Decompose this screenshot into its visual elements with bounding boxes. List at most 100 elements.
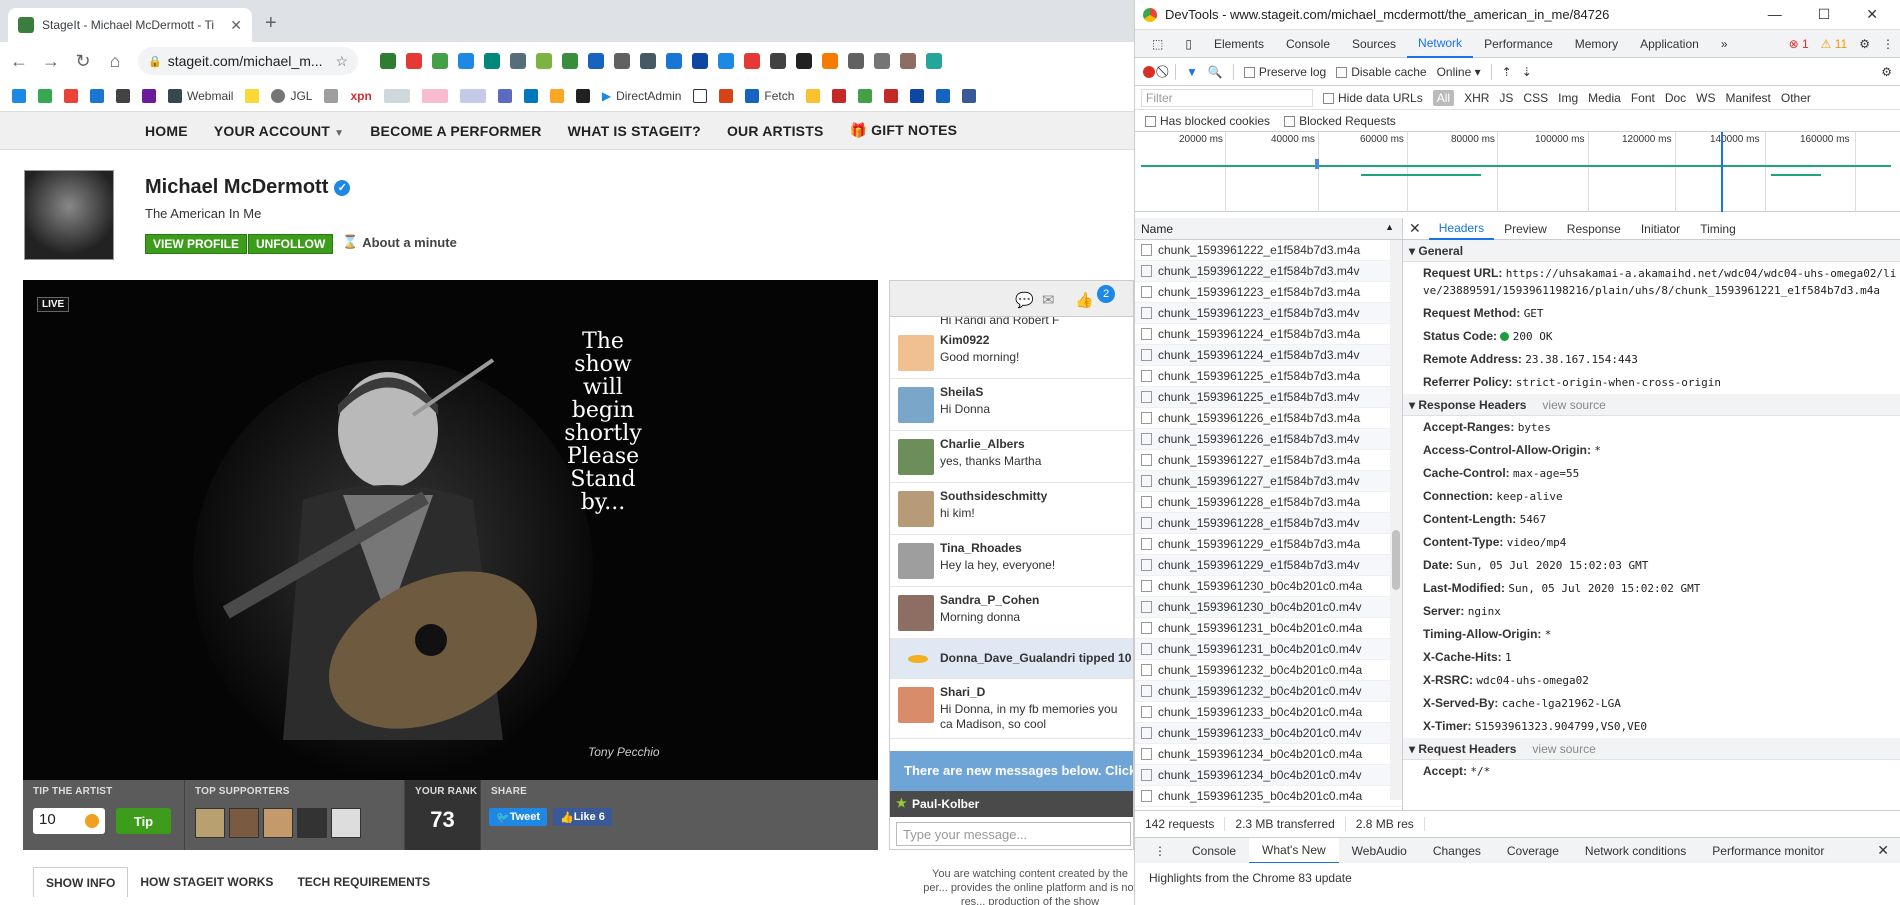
blocked-requests-checkbox[interactable]: Blocked Requests xyxy=(1284,114,1396,128)
user-avatar[interactable] xyxy=(898,543,934,579)
nav-home[interactable]: HOME xyxy=(145,123,188,139)
view-profile-button[interactable]: VIEW PROFILE xyxy=(145,234,248,254)
bookmark-icon[interactable] xyxy=(884,88,899,103)
extension-icon[interactable] xyxy=(718,53,734,69)
request-row[interactable]: chunk_1593961223_e1f584b7d3.m4v xyxy=(1135,303,1402,324)
extension-icon[interactable] xyxy=(536,53,552,69)
user-avatar[interactable] xyxy=(898,439,934,475)
request-row[interactable]: chunk_1593961234_b0c4b201c0.m4v xyxy=(1135,765,1402,786)
detail-tab-response[interactable]: Response xyxy=(1557,218,1631,240)
bookmark-directadmin[interactable]: ▶ DirectAdmin xyxy=(602,89,682,103)
paypal-icon[interactable] xyxy=(910,88,925,103)
extension-icon[interactable] xyxy=(588,53,604,69)
drawer-tab-console[interactable]: Console xyxy=(1179,838,1249,864)
general-section-header[interactable]: ▾ General xyxy=(1403,240,1900,262)
tab-application[interactable]: Application xyxy=(1629,30,1710,58)
view-source-link[interactable]: view source xyxy=(1542,398,1605,412)
hide-data-urls-checkbox[interactable]: Hide data URLs xyxy=(1323,91,1423,105)
extension-icon[interactable] xyxy=(796,53,812,69)
request-row[interactable]: chunk_1593961233_b0c4b201c0.m4v xyxy=(1135,723,1402,744)
bookmark-icon[interactable] xyxy=(90,88,104,103)
request-row[interactable]: chunk_1593961225_e1f584b7d3.m4v xyxy=(1135,387,1402,408)
bookmark-icon[interactable] xyxy=(142,88,156,103)
user-avatar[interactable] xyxy=(898,687,934,723)
name-column-header[interactable]: Name ▲ xyxy=(1135,218,1402,240)
extension-icon[interactable] xyxy=(406,53,422,69)
chat-bubble-icon[interactable]: 💬 xyxy=(1015,291,1034,309)
bookmark-fetch[interactable]: Fetch xyxy=(745,88,794,103)
user-avatar[interactable] xyxy=(898,387,934,423)
bookmark-icon[interactable] xyxy=(858,88,873,103)
bookmark-xpn[interactable]: xpn xyxy=(350,89,371,103)
request-list-scrollbar[interactable] xyxy=(1390,240,1402,800)
type-filter-img[interactable]: Img xyxy=(1558,91,1578,105)
nav-what-is-stageit[interactable]: WHAT IS STAGEIT? xyxy=(568,123,701,139)
nav-gift-notes[interactable]: 🎁 GIFT NOTES xyxy=(850,122,958,139)
chat-username[interactable]: SheilaS xyxy=(940,385,1133,399)
chat-username[interactable]: Kim0922 xyxy=(940,333,1133,347)
new-messages-banner[interactable]: There are new messages below. Click to s xyxy=(890,751,1133,791)
bookmark-icon[interactable] xyxy=(12,88,26,103)
type-filter-all[interactable]: All xyxy=(1432,89,1455,106)
tab-show-info[interactable]: SHOW INFO xyxy=(33,867,129,897)
extension-icon[interactable] xyxy=(822,53,838,69)
bookmark-icon[interactable] xyxy=(575,88,590,103)
filter-input[interactable]: Filter xyxy=(1141,88,1313,107)
request-row[interactable]: chunk_1593961222_e1f584b7d3.m4v xyxy=(1135,261,1402,282)
unfollow-button[interactable]: UNFOLLOW xyxy=(248,234,334,254)
minimize-icon[interactable]: — xyxy=(1768,6,1782,23)
extension-icon[interactable] xyxy=(458,53,474,69)
chat-username[interactable]: Sandra_P_Cohen xyxy=(940,593,1133,607)
chat-message-input[interactable]: Type your message... xyxy=(896,822,1131,846)
chat-username[interactable]: Southsideschmitty xyxy=(940,489,1133,503)
chat-message-list[interactable]: Hi Randi and Robert F Kim0922 Good mornin… xyxy=(890,317,1133,757)
supporter-avatar[interactable] xyxy=(331,808,361,838)
close-tab-icon[interactable]: ✕ xyxy=(230,17,242,34)
home-icon[interactable]: ⌂ xyxy=(106,51,124,72)
user-avatar[interactable] xyxy=(898,491,934,527)
gmail-icon[interactable] xyxy=(64,88,78,103)
request-row[interactable]: chunk_1593961228_e1f584b7d3.m4a xyxy=(1135,492,1402,513)
request-row[interactable]: chunk_1593961223_e1f584b7d3.m4a xyxy=(1135,282,1402,303)
supporter-avatar[interactable] xyxy=(195,808,225,838)
export-har-icon[interactable]: ⇣ xyxy=(1522,65,1532,79)
request-row[interactable]: chunk_1593961229_e1f584b7d3.m4v xyxy=(1135,555,1402,576)
bookmark-icon[interactable] xyxy=(245,88,260,103)
bookmark-webmail[interactable]: Webmail xyxy=(168,88,233,103)
request-row[interactable]: chunk_1593961229_e1f584b7d3.m4a xyxy=(1135,534,1402,555)
chat-username[interactable]: Tina_Rhoades xyxy=(940,541,1133,555)
bookmark-icon[interactable] xyxy=(523,88,538,103)
nav-become-performer[interactable]: BECOME A PERFORMER xyxy=(370,123,541,139)
drawer-tab-performance-monitor[interactable]: Performance monitor xyxy=(1699,838,1837,864)
type-filter-css[interactable]: CSS xyxy=(1523,91,1548,105)
nav-your-account[interactable]: YOUR ACCOUNT ▼ xyxy=(214,123,344,139)
type-filter-js[interactable]: JS xyxy=(1499,91,1513,105)
request-row[interactable]: chunk_1593961233_b0c4b201c0.m4a xyxy=(1135,702,1402,723)
request-row[interactable]: chunk_1593961234_b0c4b201c0.m4a xyxy=(1135,744,1402,765)
settings-gear-icon[interactable]: ⚙ xyxy=(1859,37,1870,51)
drawer-tab-coverage[interactable]: Coverage xyxy=(1494,838,1572,864)
tweet-button[interactable]: 🐦 Tweet xyxy=(489,808,548,826)
forward-icon[interactable]: → xyxy=(42,51,60,72)
filter-icon[interactable]: ▼ xyxy=(1186,65,1198,79)
tab-tech-requirements[interactable]: TECH REQUIREMENTS xyxy=(285,867,442,897)
import-har-icon[interactable]: ⇡ xyxy=(1502,65,1512,79)
request-row[interactable]: chunk_1593961225_e1f584b7d3.m4a xyxy=(1135,366,1402,387)
request-headers-header[interactable]: ▾ Request Headers view source xyxy=(1403,738,1900,760)
blocked-cookies-checkbox[interactable]: Has blocked cookies xyxy=(1145,114,1270,128)
new-tab-icon[interactable]: + xyxy=(265,12,277,35)
bookmark-icon[interactable] xyxy=(806,88,821,103)
bookmark-icon[interactable] xyxy=(497,88,512,103)
inspect-icon[interactable]: ⬚ xyxy=(1141,30,1174,58)
extension-icon[interactable] xyxy=(874,53,890,69)
bookmark-icon[interactable] xyxy=(693,88,708,103)
request-row[interactable]: chunk_1593961228_e1f584b7d3.m4v xyxy=(1135,513,1402,534)
bookmark-jgl[interactable]: JGL xyxy=(271,88,312,103)
chat-username[interactable]: Shari_D xyxy=(940,685,1133,699)
supporter-avatar[interactable] xyxy=(229,808,259,838)
user-avatar[interactable] xyxy=(898,595,934,631)
blurred-bookmark-icon[interactable] xyxy=(383,88,410,103)
response-headers-header[interactable]: ▾ Response Headers view source xyxy=(1403,394,1900,416)
detail-tab-initiator[interactable]: Initiator xyxy=(1631,218,1690,240)
dollar-icon[interactable] xyxy=(832,88,847,103)
